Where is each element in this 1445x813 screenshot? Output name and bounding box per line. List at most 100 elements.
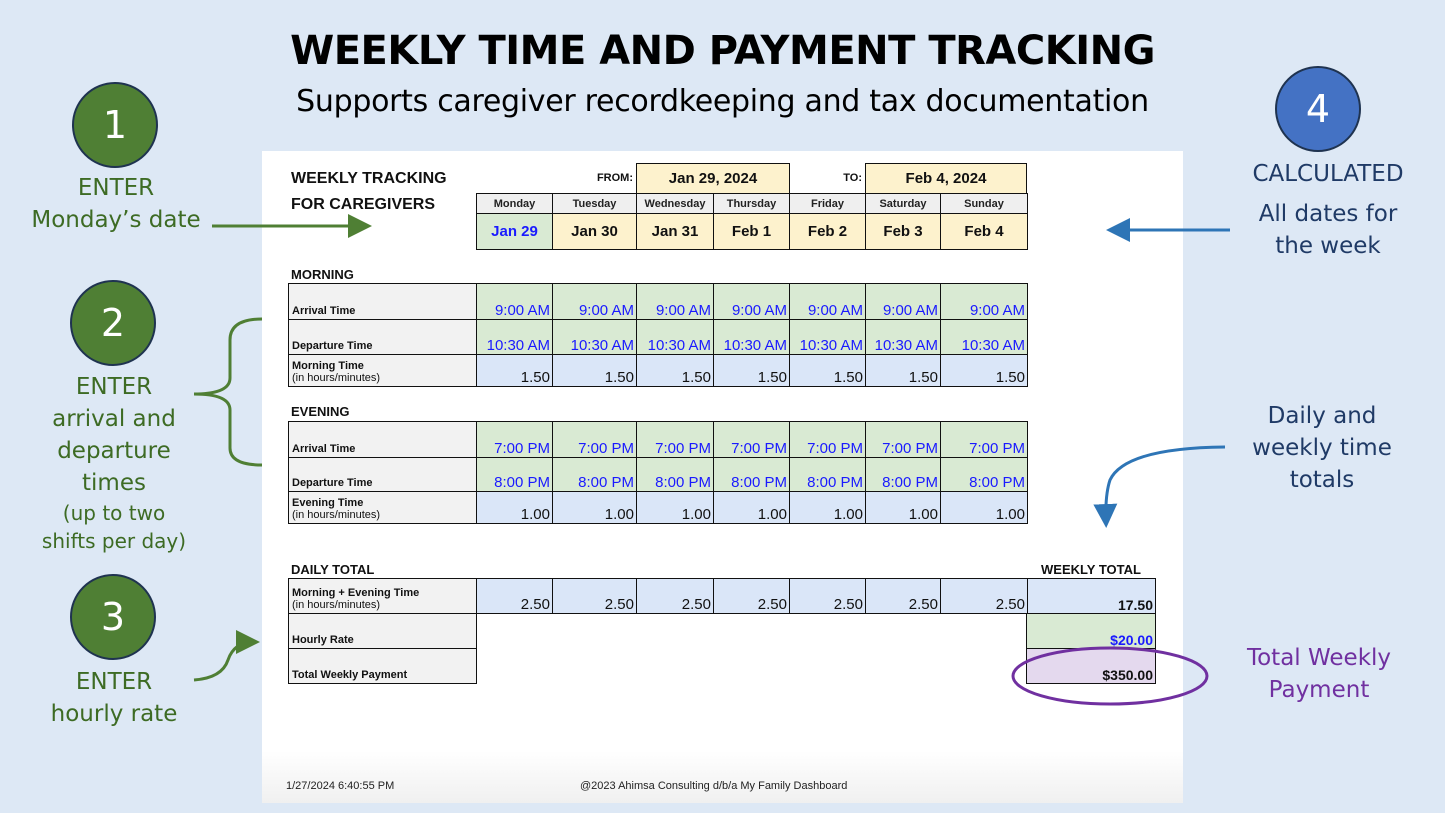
evening-arrival-input[interactable]: 7:00 PM <box>552 421 637 458</box>
label-text: Departure Time <box>292 477 373 489</box>
totals-line-3: totals <box>1289 467 1355 493</box>
step-1-line-2: Monday’s date <box>31 207 201 233</box>
daily-total-cell: 2.50 <box>552 578 637 614</box>
date-cell: Jan 30 <box>552 213 637 250</box>
morning-departure-input[interactable]: 10:30 AM <box>552 319 637 355</box>
step-4-note: CALCULATED All dates for the week <box>1210 158 1445 262</box>
weekly-total-title: WEEKLY TOTAL <box>1041 562 1141 577</box>
evening-hours-cell: 1.00 <box>636 491 714 524</box>
evening-departure-input[interactable]: 8:00 PM <box>865 457 941 492</box>
evening-departure-input[interactable]: 8:00 PM <box>713 457 790 492</box>
sheet-title-line-2: FOR CAREGIVERS <box>291 196 436 213</box>
hourly-rate-input[interactable]: $20.00 <box>1026 613 1156 649</box>
morning-departure-input[interactable]: 10:30 AM <box>940 319 1028 355</box>
weekly-payment-cell: $350.00 <box>1026 648 1156 684</box>
footer-timestamp: 1/27/2024 6:40:55 PM <box>286 780 395 792</box>
step-4-line-3: the week <box>1275 233 1381 259</box>
morning-hours-cell: 1.50 <box>636 354 714 387</box>
morning-hours-cell: 1.50 <box>789 354 866 387</box>
morning-hours-cell: 1.50 <box>940 354 1028 387</box>
evening-hours-cell: 1.00 <box>713 491 790 524</box>
morning-departure-input[interactable]: 10:30 AM <box>713 319 790 355</box>
morning-arrival-input[interactable]: 9:00 AM <box>940 283 1028 320</box>
morning-arrival-input[interactable]: 9:00 AM <box>865 283 941 320</box>
morning-time-label: Morning Time (in hours/minutes) <box>288 354 477 387</box>
label-subtext: (in hours/minutes) <box>292 372 381 384</box>
evening-arrival-input[interactable]: 7:00 PM <box>713 421 790 458</box>
morning-section-title: MORNING <box>291 267 354 282</box>
total-payment-label: Total Weekly Payment <box>288 648 477 684</box>
step-3-line-1: ENTER <box>75 669 153 695</box>
morning-departure-input[interactable]: 10:30 AM <box>476 319 553 355</box>
day-name-header: Saturday <box>865 193 941 214</box>
step-3-badge: 3 <box>70 574 156 660</box>
date-cell: Feb 3 <box>865 213 941 250</box>
step-1-badge: 1 <box>72 82 158 168</box>
evening-departure-input[interactable]: 8:00 PM <box>552 457 637 492</box>
step-4-badge: 4 <box>1275 66 1361 152</box>
day-name-header: Sunday <box>940 193 1028 214</box>
evening-section-title: EVENING <box>291 404 350 419</box>
date-cell: Jan 31 <box>636 213 714 250</box>
from-date-cell: Jan 29, 2024 <box>636 163 790 194</box>
evening-arrival-label: Arrival Time <box>288 421 477 458</box>
step-1-line-1: ENTER <box>77 175 155 201</box>
sheet-title: WEEKLY TRACKING FOR CAREGIVERS <box>291 166 447 218</box>
evening-hours-cell: 1.00 <box>789 491 866 524</box>
label-subtext: (in hours/minutes) <box>292 509 381 521</box>
daily-total-section-title: DAILY TOTAL <box>291 562 375 577</box>
evening-hours-cell: 1.00 <box>865 491 941 524</box>
daily-total-cell: 2.50 <box>636 578 714 614</box>
footer-copyright: @2023 Ahimsa Consulting d/b/a My Family … <box>580 780 848 792</box>
morning-arrival-input[interactable]: 9:00 AM <box>636 283 714 320</box>
evening-arrival-input[interactable]: 7:00 PM <box>940 421 1028 458</box>
sheet-title-line-1: WEEKLY TRACKING <box>291 170 447 187</box>
step-4-line-2: All dates for <box>1258 201 1398 227</box>
evening-hours-cell: 1.00 <box>552 491 637 524</box>
step-4-line-1: CALCULATED <box>1252 161 1404 187</box>
payment-line-1: Total Weekly <box>1246 645 1392 671</box>
morning-arrival-input[interactable]: 9:00 AM <box>789 283 866 320</box>
evening-departure-input[interactable]: 8:00 PM <box>940 457 1028 492</box>
evening-time-label: Evening Time (in hours/minutes) <box>288 491 477 524</box>
evening-departure-input[interactable]: 8:00 PM <box>476 457 553 492</box>
label-text: Morning + Evening Time <box>292 587 420 599</box>
morning-departure-input[interactable]: 10:30 AM <box>636 319 714 355</box>
evening-arrival-input[interactable]: 7:00 PM <box>789 421 866 458</box>
monday-date-input[interactable]: Jan 29 <box>476 213 553 250</box>
morning-arrival-label: Arrival Time <box>288 283 477 320</box>
label-text: Departure Time <box>292 340 373 352</box>
date-cell: Feb 1 <box>713 213 790 250</box>
morning-arrival-input[interactable]: 9:00 AM <box>476 283 553 320</box>
label-text: Evening Time <box>292 497 364 509</box>
date-cell: Feb 2 <box>789 213 866 250</box>
morning-arrival-input[interactable]: 9:00 AM <box>552 283 637 320</box>
evening-arrival-input[interactable]: 7:00 PM <box>865 421 941 458</box>
morning-departure-input[interactable]: 10:30 AM <box>865 319 941 355</box>
morning-hours-cell: 1.50 <box>476 354 553 387</box>
step-2-small-2: shifts per day) <box>41 529 187 553</box>
totals-line-2: weekly time <box>1252 435 1392 461</box>
step-2-line-4: times <box>82 470 146 496</box>
evening-arrival-input[interactable]: 7:00 PM <box>476 421 553 458</box>
label-text: Arrival Time <box>292 305 356 317</box>
evening-departure-input[interactable]: 8:00 PM <box>636 457 714 492</box>
label-text: Morning Time <box>292 360 364 372</box>
morning-arrival-input[interactable]: 9:00 AM <box>713 283 790 320</box>
daily-total-cell: 2.50 <box>476 578 553 614</box>
evening-departure-label: Departure Time <box>288 457 477 492</box>
morning-departure-label: Departure Time <box>288 319 477 355</box>
evening-departure-input[interactable]: 8:00 PM <box>789 457 866 492</box>
label-subtext: (in hours/minutes) <box>292 599 381 611</box>
daily-total-cell: 2.50 <box>713 578 790 614</box>
day-name-header: Tuesday <box>552 193 637 214</box>
weekly-hours-cell: 17.50 <box>1026 578 1156 614</box>
page-title: WEEKLY TIME AND PAYMENT TRACKING <box>290 28 1155 74</box>
date-cell: Feb 4 <box>940 213 1028 250</box>
payment-line-2: Payment <box>1268 677 1370 703</box>
label-text: Arrival Time <box>292 443 356 455</box>
morning-departure-input[interactable]: 10:30 AM <box>789 319 866 355</box>
day-name-header: Wednesday <box>636 193 714 214</box>
evening-arrival-input[interactable]: 7:00 PM <box>636 421 714 458</box>
step-3-line-2: hourly rate <box>50 701 178 727</box>
